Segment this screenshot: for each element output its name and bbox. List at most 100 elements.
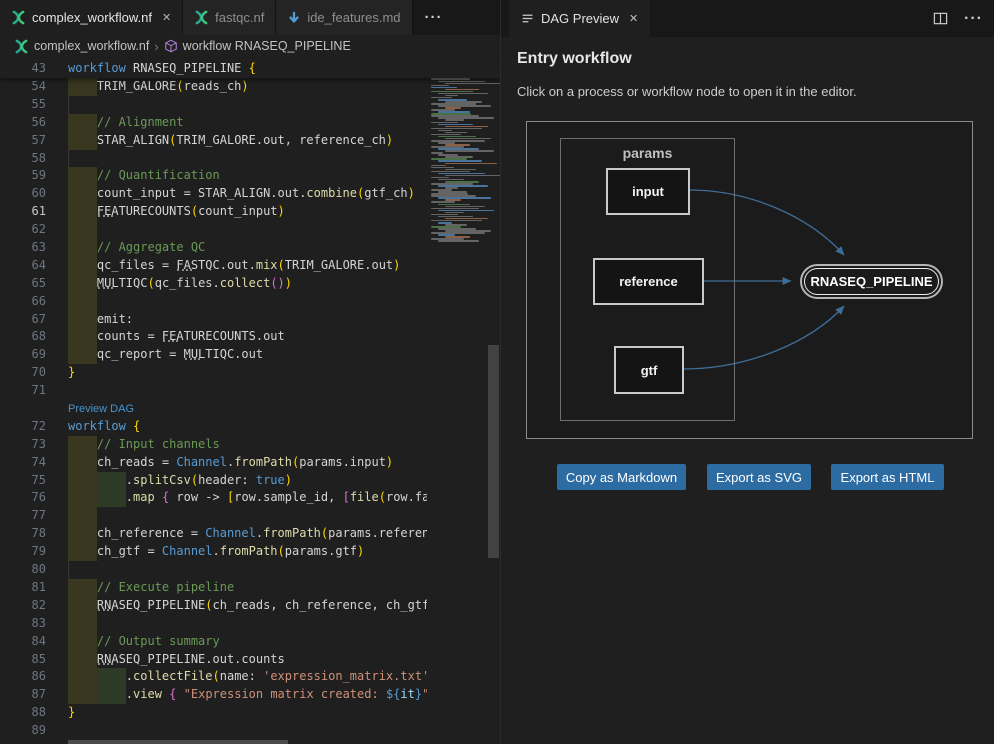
code-row[interactable]: 69 qc_report = MULTIQC.out <box>0 346 427 364</box>
code-lines[interactable]: 54 TRIM_GALORE(reads_ch)5556 // Alignmen… <box>0 78 427 740</box>
code-row[interactable]: 89 <box>0 722 427 740</box>
code-row[interactable]: 70} <box>0 364 427 382</box>
code-row[interactable]: 60 count_input = STAR_ALIGN.out.combine(… <box>0 185 427 203</box>
line-number: 58 <box>0 150 46 168</box>
tab-complex_workflow-nf[interactable]: complex_workflow.nf ✕ <box>0 0 183 35</box>
dag-node-workflow[interactable]: RNASEQ_PIPELINE <box>800 264 943 299</box>
line-number: 67 <box>0 311 46 329</box>
line-number: 62 <box>0 221 46 239</box>
minimap[interactable] <box>428 58 487 308</box>
line-number: 75 <box>0 472 46 490</box>
code-row[interactable]: 71 <box>0 382 427 400</box>
line-number: 69 <box>0 346 46 364</box>
code-row[interactable]: 72workflow { <box>0 418 427 436</box>
code-row[interactable]: 65 MULTIQC(qc_files.collect()) <box>0 275 427 293</box>
code-row[interactable]: 88} <box>0 704 427 722</box>
code-row[interactable]: 75 .splitCsv(header: true) <box>0 472 427 490</box>
line-number: 79 <box>0 543 46 561</box>
code-row[interactable]: 73 // Input channels <box>0 436 427 454</box>
copy-as-markdown-button[interactable]: Copy as Markdown <box>557 464 686 490</box>
export-as-html-button[interactable]: Export as HTML <box>831 464 944 490</box>
list-icon <box>521 12 534 25</box>
dag-group-label: params <box>561 145 734 161</box>
breadcrumb-symbol[interactable]: workflow RNASEQ_PIPELINE <box>183 39 351 53</box>
codelens-row[interactable]: Preview DAG <box>0 400 427 418</box>
code-row[interactable]: 57 STAR_ALIGN(TRIM_GALORE.out, reference… <box>0 132 427 150</box>
code-row[interactable]: 82 RNASEQ_PIPELINE(ch_reads, ch_referenc… <box>0 597 427 615</box>
chevron-right-icon: › <box>154 39 158 54</box>
code-row[interactable]: 84 // Output summary <box>0 633 427 651</box>
code-row[interactable]: 86 .collectFile(name: 'expression_matrix… <box>0 668 427 686</box>
code-row[interactable]: 81 // Execute pipeline <box>0 579 427 597</box>
code-row[interactable]: 55 <box>0 96 427 114</box>
more-tabs-icon[interactable]: ··· <box>413 0 455 35</box>
code-row[interactable]: 64 qc_files = FASTQC.out.mix(TRIM_GALORE… <box>0 257 427 275</box>
dag-node-workflow-label: RNASEQ_PIPELINE <box>804 268 939 295</box>
dag-node-reference[interactable]: reference <box>593 258 704 305</box>
panel-tab-label: DAG Preview <box>541 11 619 26</box>
code-row[interactable]: 61 FEATURECOUNTS(count_input) <box>0 203 427 221</box>
nextflow-icon <box>14 39 29 54</box>
dag-node-input[interactable]: input <box>606 168 690 215</box>
nextflow-icon <box>194 10 209 25</box>
code-row[interactable]: 54 TRIM_GALORE(reads_ch) <box>0 78 427 96</box>
close-icon[interactable]: ✕ <box>162 11 171 24</box>
codelens-preview-dag[interactable]: Preview DAG <box>68 401 134 418</box>
close-icon[interactable]: ✕ <box>629 12 638 25</box>
code-row[interactable]: 85 RNASEQ_PIPELINE.out.counts <box>0 651 427 669</box>
code-row[interactable]: 77 <box>0 507 427 525</box>
line-number: 85 <box>0 651 46 669</box>
md-arrow-icon <box>287 11 301 25</box>
tab-label: complex_workflow.nf <box>32 10 152 25</box>
line-number: 73 <box>0 436 46 454</box>
tab-label: ide_features.md <box>307 10 400 25</box>
dag-canvas[interactable]: params input reference gtf RNASEQ_PIPELINE <box>526 121 973 439</box>
code-row[interactable]: 68 counts = FEATURECOUNTS.out <box>0 328 427 346</box>
line-number: 54 <box>0 78 46 96</box>
line-number: 68 <box>0 328 46 346</box>
line-number: 76 <box>0 489 46 507</box>
code-row[interactable]: 66 <box>0 293 427 311</box>
tab-ide_features-md[interactable]: ide_features.md <box>276 0 412 35</box>
code-row[interactable]: 74 ch_reads = Channel.fromPath(params.in… <box>0 454 427 472</box>
tab-fastqc-nf[interactable]: fastqc.nf <box>183 0 276 35</box>
dag-node-gtf[interactable]: gtf <box>614 346 684 394</box>
split-editor-icon[interactable] <box>933 11 948 26</box>
editor-tab-bar: complex_workflow.nf ✕ fastqc.nf ide_feature… <box>0 0 500 35</box>
panel-description: Click on a process or workflow node to o… <box>517 84 857 99</box>
more-actions-icon[interactable]: ··· <box>964 10 983 28</box>
code-row[interactable]: 76 .map { row -> [row.sample_id, [file(r… <box>0 489 427 507</box>
code-row[interactable]: 83 <box>0 615 427 633</box>
sticky-scroll-line[interactable]: 43workflow RNASEQ_PIPELINE { <box>0 58 500 78</box>
line-number: 87 <box>0 686 46 704</box>
vertical-scrollbar[interactable] <box>488 345 499 558</box>
breadcrumb[interactable]: complex_workflow.nf › workflow RNASEQ_PI… <box>0 35 500 57</box>
line-number: 65 <box>0 275 46 293</box>
tab-dag-preview[interactable]: DAG Preview ✕ <box>509 0 650 37</box>
code-editor[interactable]: 43workflow RNASEQ_PIPELINE { 54 TRIM_GAL… <box>0 57 500 744</box>
code-row[interactable]: 78 ch_reference = Channel.fromPath(param… <box>0 525 427 543</box>
line-number: 57 <box>0 132 46 150</box>
code-row[interactable]: 62 <box>0 221 427 239</box>
code-row[interactable]: 59 // Quantification <box>0 167 427 185</box>
line-number: 78 <box>0 525 46 543</box>
editor-group: complex_workflow.nf ✕ fastqc.nf ide_feature… <box>0 0 500 744</box>
line-number: 82 <box>0 597 46 615</box>
code-row[interactable]: 63 // Aggregate QC <box>0 239 427 257</box>
vscode-window: complex_workflow.nf ✕ fastqc.nf ide_feature… <box>0 0 994 744</box>
line-number: 66 <box>0 293 46 311</box>
line-number: 60 <box>0 185 46 203</box>
panel-content: Entry workflow Click on a process or wor… <box>501 37 994 744</box>
code-row[interactable]: 67 emit: <box>0 311 427 329</box>
line-number: 70 <box>0 364 46 382</box>
line-number: 80 <box>0 561 46 579</box>
code-row[interactable]: 79 ch_gtf = Channel.fromPath(params.gtf) <box>0 543 427 561</box>
code-row[interactable]: 56 // Alignment <box>0 114 427 132</box>
code-row[interactable]: 58 <box>0 150 427 168</box>
horizontal-scrollbar[interactable] <box>68 740 288 744</box>
export-as-svg-button[interactable]: Export as SVG <box>707 464 811 490</box>
code-row[interactable]: 87 .view { "Expression matrix created: $… <box>0 686 427 704</box>
code-row[interactable]: 80 <box>0 561 427 579</box>
line-number: 86 <box>0 668 46 686</box>
breadcrumb-file[interactable]: complex_workflow.nf <box>34 39 149 53</box>
